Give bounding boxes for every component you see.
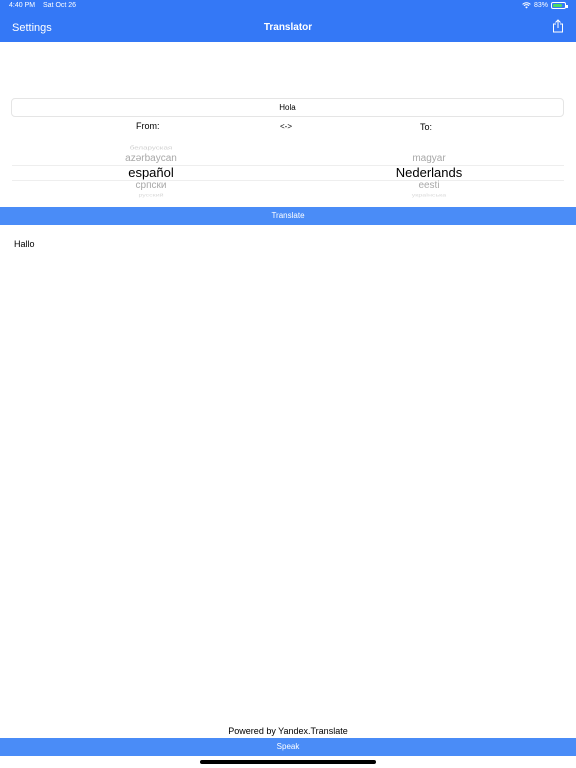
source-text-input[interactable]	[11, 98, 564, 117]
status-date: Sat Oct 26	[43, 2, 77, 9]
navigation-bar: 4:40 PM Sat Oct 26 83% Settings Translat…	[0, 0, 576, 42]
page-title: Translator	[263, 22, 313, 33]
powered-by-label: Powered by Yandex.Translate	[228, 726, 348, 736]
picker-option[interactable]: українська	[290, 193, 568, 197]
wifi-icon	[522, 2, 531, 9]
speak-button[interactable]: Speak	[0, 738, 576, 756]
status-indicators: 83%	[522, 2, 568, 9]
status-time: 4:40 PM	[9, 2, 36, 9]
share-icon[interactable]	[552, 19, 564, 33]
picker-option-selected[interactable]: Nederlands	[290, 165, 568, 180]
picker-option[interactable]: azərbaycan	[12, 153, 290, 164]
translate-button[interactable]: Translate	[0, 207, 576, 225]
picker-option[interactable]: magyar	[290, 153, 568, 164]
to-label: To:	[420, 122, 433, 132]
battery-level-fill	[553, 4, 563, 7]
from-label: From:	[136, 121, 160, 131]
home-indicator	[200, 760, 376, 764]
picker-option-selected[interactable]: español	[12, 165, 290, 180]
swap-languages-button[interactable]: <->	[280, 122, 292, 131]
translation-output: Hallo	[14, 239, 35, 249]
battery-percentage: 83%	[533, 2, 548, 9]
picker-option[interactable]: српски	[12, 180, 290, 191]
picker-option[interactable]: eesti	[290, 180, 568, 191]
picker-option[interactable]: беларуская	[12, 144, 290, 150]
to-language-picker[interactable]: magyar Nederlands eesti українська	[290, 143, 568, 203]
battery-icon	[551, 2, 568, 9]
picker-option[interactable]: русский	[12, 193, 290, 197]
from-language-picker[interactable]: беларуская azərbaycan español српски рус…	[12, 143, 290, 203]
